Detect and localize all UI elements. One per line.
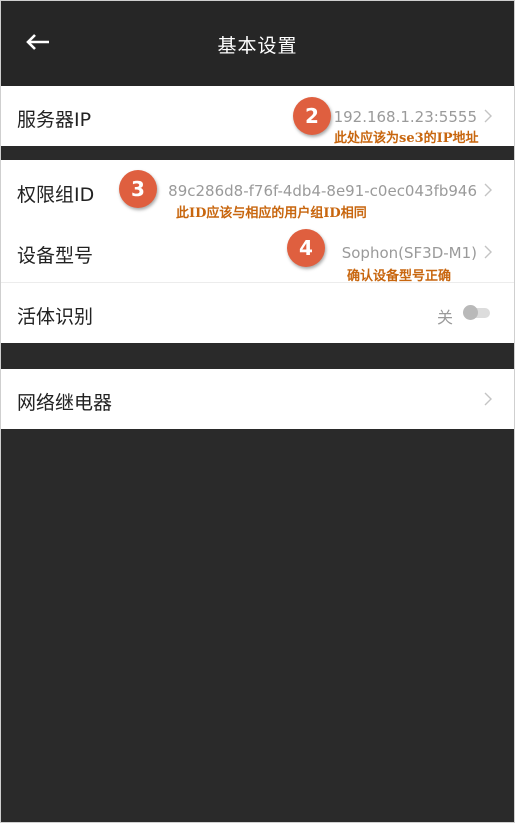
device-model-row[interactable]: 设备型号 Sophon(SF3D-M1) 4 确认设备型号正确 [1,222,514,284]
device-model-label: 设备型号 [17,245,94,267]
group-id-value: 89c286d8-f76f-4db4-8e91-c0ec043fb946 [168,182,477,200]
annotation-badge-3: 3 [119,170,157,208]
network-relay-row[interactable]: 网络继电器 [1,369,514,429]
liveness-toggle[interactable] [463,305,490,320]
screen: 基本设置 服务器IP 192.168.1.23:5555 2 此处应该为se3的… [0,0,515,823]
network-relay-label: 网络继电器 [17,392,113,414]
device-model-value: Sophon(SF3D-M1) [341,244,477,262]
liveness-row: 活体识别 关 [1,283,514,343]
annotation-badge-2: 2 [293,97,331,135]
group-id-row[interactable]: 权限组ID 89c286d8-f76f-4db4-8e91-c0ec043fb9… [1,160,514,222]
server-ip-note: 此处应该为se3的IP地址 [334,131,479,146]
liveness-label: 活体识别 [17,306,94,328]
server-ip-row[interactable]: 服务器IP 192.168.1.23:5555 2 此处应该为se3的IP地址 [1,86,514,146]
server-ip-label: 服务器IP [17,109,92,131]
page-title: 基本设置 [217,35,298,57]
liveness-state-text: 关 [437,308,454,327]
chevron-right-icon [484,245,492,259]
top-bar: 基本设置 [1,1,514,86]
group-id-note: 此ID应该与相应的用户组ID相同 [176,206,367,221]
annotation-badge-4: 4 [287,229,325,267]
server-ip-value: 192.168.1.23:5555 [333,108,477,126]
group-id-label: 权限组ID [17,184,95,206]
chevron-right-icon [484,109,492,123]
chevron-right-icon [484,392,492,406]
toggle-knob [463,305,478,320]
chevron-right-icon [484,183,492,197]
